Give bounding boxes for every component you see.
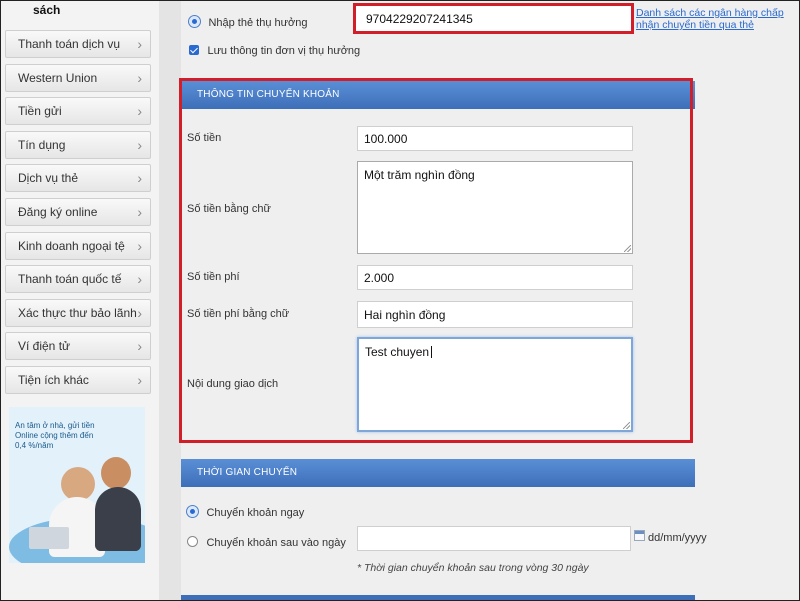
- transaction-content-label: Nội dung giao dịch: [187, 378, 279, 390]
- sidebar-item-other-utilities[interactable]: Tiện ích khác ›: [5, 365, 151, 394]
- promo-banner[interactable]: An tâm ở nhà, gửi tiền Online cộng thêm …: [9, 407, 145, 563]
- chevron-right-icon: ›: [137, 304, 142, 321]
- chevron-right-icon: ›: [137, 103, 142, 120]
- sidebar-item-label: Tiện ích khác: [18, 372, 89, 387]
- save-recipient-row[interactable]: Lưu thông tin đơn vị thụ hưởng: [189, 41, 360, 59]
- sidebar-item-western-union[interactable]: Western Union ›: [5, 63, 151, 92]
- sidebar-menu: Thanh toán dịch vụ › Western Union › Tiền …: [5, 30, 151, 400]
- chevron-right-icon: ›: [137, 69, 142, 86]
- transfer-now-row[interactable]: Chuyển khoản ngay: [187, 503, 304, 521]
- page-frame: sách Thanh toán dịch vụ › Western Union › …: [0, 0, 800, 601]
- sidebar-item-label: Thanh toán dịch vụ: [18, 37, 121, 51]
- sidebar-item-label: Tín dụng: [18, 137, 66, 152]
- sidebar-item-label: Tiền gửi: [18, 104, 62, 119]
- sidebar-item-label: Ví điện tử: [18, 339, 71, 354]
- chevron-right-icon: ›: [137, 136, 142, 153]
- recipient-radio[interactable]: [189, 16, 200, 28]
- fee-label: Số tiền phí: [187, 271, 240, 283]
- sidebar-item-payment-services[interactable]: Thanh toán dịch vụ ›: [5, 30, 151, 58]
- next-section-header-edge: [181, 595, 695, 600]
- transaction-content-text: Test chuyen: [365, 345, 430, 359]
- banner-person-man-body: [95, 487, 141, 551]
- resize-grip-icon[interactable]: [624, 245, 631, 252]
- recipient-radio-label: Nhập thẻ thụ hưởng: [208, 17, 308, 29]
- recipient-radio-row[interactable]: Nhập thẻ thụ hưởng: [189, 13, 307, 31]
- sidebar-item-label: Dịch vụ thẻ: [18, 171, 79, 186]
- sidebar-divider: [159, 1, 181, 600]
- chevron-right-icon: ›: [137, 203, 142, 220]
- chevron-right-icon: ›: [137, 36, 142, 52]
- banner-person-woman: [61, 467, 95, 501]
- sidebar: sách Thanh toán dịch vụ › Western Union › …: [1, 1, 159, 600]
- sidebar-item-label: Xác thực thư bảo lãnh: [18, 305, 137, 320]
- text-cursor: [431, 346, 433, 358]
- main-content: Nhập thẻ thụ hưởng 9704229207241345 Danh…: [179, 1, 799, 600]
- sidebar-item-label: Kinh doanh ngoại tệ: [18, 238, 125, 253]
- transfer-now-radio[interactable]: [187, 506, 198, 518]
- amount-words-text: Một trăm nghìn đồng: [364, 168, 475, 182]
- chevron-right-icon: ›: [137, 170, 142, 187]
- chevron-right-icon: ›: [137, 371, 142, 388]
- amount-input[interactable]: 100.000: [357, 126, 633, 151]
- banner-person-man: [101, 457, 131, 489]
- transfer-later-radio[interactable]: [187, 536, 198, 548]
- chevron-right-icon: ›: [137, 338, 142, 355]
- sidebar-item-foreign-exchange[interactable]: Kinh doanh ngoại tệ ›: [5, 231, 151, 260]
- chevron-right-icon: ›: [137, 237, 142, 254]
- sidebar-item-label: Thanh toán quốc tế: [18, 272, 122, 287]
- transaction-content-textarea[interactable]: Test chuyen: [357, 337, 633, 432]
- transfer-date-input[interactable]: [357, 526, 631, 551]
- fee-words-input[interactable]: Hai nghìn đồng: [357, 301, 633, 328]
- amount-words-label: Số tiền bằng chữ: [187, 203, 271, 215]
- save-recipient-label: Lưu thông tin đơn vị thụ hưởng: [207, 45, 361, 57]
- amount-label: Số tiền: [187, 132, 222, 144]
- sidebar-item-e-wallet[interactable]: Ví điện tử ›: [5, 332, 151, 361]
- save-recipient-checkbox[interactable]: [189, 44, 199, 55]
- resize-grip-icon[interactable]: [623, 422, 630, 429]
- sidebar-item-credit[interactable]: Tín dụng ›: [5, 130, 151, 159]
- card-number-input[interactable]: 9704229207241345: [356, 6, 631, 31]
- sidebar-item-guarantee-verification[interactable]: Xác thực thư bảo lãnh ›: [5, 298, 151, 327]
- transfer-later-note: * Thời gian chuyển khoản sau trong vòng …: [357, 562, 589, 574]
- sidebar-item-card-services[interactable]: Dịch vụ thẻ ›: [5, 164, 151, 193]
- sidebar-item-label: Western Union: [18, 70, 98, 85]
- laptop-icon: [29, 527, 69, 549]
- transfer-now-label: Chuyển khoản ngay: [206, 507, 305, 519]
- transfer-later-row[interactable]: Chuyển khoản sau vào ngày: [187, 533, 346, 551]
- calendar-icon[interactable]: [634, 530, 645, 541]
- sidebar-item-deposits[interactable]: Tiền gửi ›: [5, 97, 151, 126]
- chevron-right-icon: ›: [137, 271, 142, 288]
- fee-input[interactable]: 2.000: [357, 265, 633, 290]
- banner-text: An tâm ở nhà, gửi tiền Online cộng thêm …: [15, 421, 95, 450]
- transfer-later-note-text: * Thời gian chuyển khoản sau trong vòng …: [357, 562, 589, 574]
- amount-words-textarea[interactable]: Một trăm nghìn đồng: [357, 161, 633, 254]
- date-format-hint: dd/mm/yyyy: [648, 532, 707, 544]
- fee-words-label: Số tiền phí bằng chữ: [187, 308, 290, 320]
- sidebar-top-label: sách: [33, 3, 61, 17]
- sidebar-item-label: Đăng ký online: [18, 204, 98, 219]
- transfer-time-header: THỜI GIAN CHUYỂN: [181, 459, 695, 487]
- sidebar-item-international-payment[interactable]: Thanh toán quốc tế ›: [5, 265, 151, 294]
- transfer-later-label: Chuyển khoản sau vào ngày: [206, 537, 346, 549]
- bank-list-link[interactable]: Danh sách các ngân hàng chấp nhận chuyển…: [636, 7, 786, 31]
- sidebar-item-online-registration[interactable]: Đăng ký online ›: [5, 197, 151, 226]
